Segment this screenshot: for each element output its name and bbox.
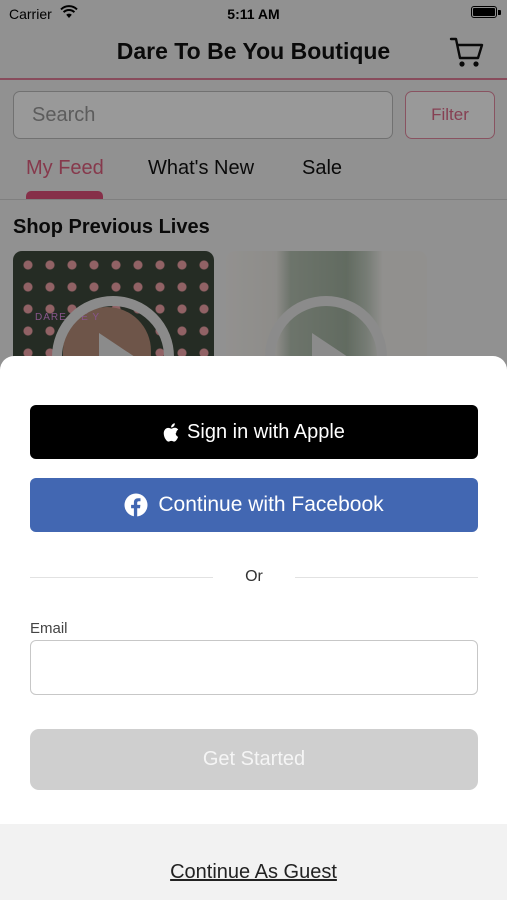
apple-logo-icon [163,422,179,442]
get-started-button[interactable]: Get Started [30,729,478,790]
divider-line [295,577,478,578]
guest-footer: Continue As Guest [0,824,507,900]
continue-with-facebook-button[interactable]: Continue with Facebook [30,478,478,532]
email-field[interactable] [30,640,478,695]
login-sheet: Sign in with Apple Continue with Faceboo… [0,356,507,824]
facebook-logo-icon [124,493,148,517]
continue-as-guest-link[interactable]: Continue As Guest [0,861,507,884]
sign-in-with-apple-button[interactable]: Sign in with Apple [30,405,478,459]
facebook-button-label: Continue with Facebook [158,493,384,516]
email-label: Email [30,620,68,637]
or-divider: Or [30,566,478,590]
apple-button-label: Sign in with Apple [187,420,345,443]
